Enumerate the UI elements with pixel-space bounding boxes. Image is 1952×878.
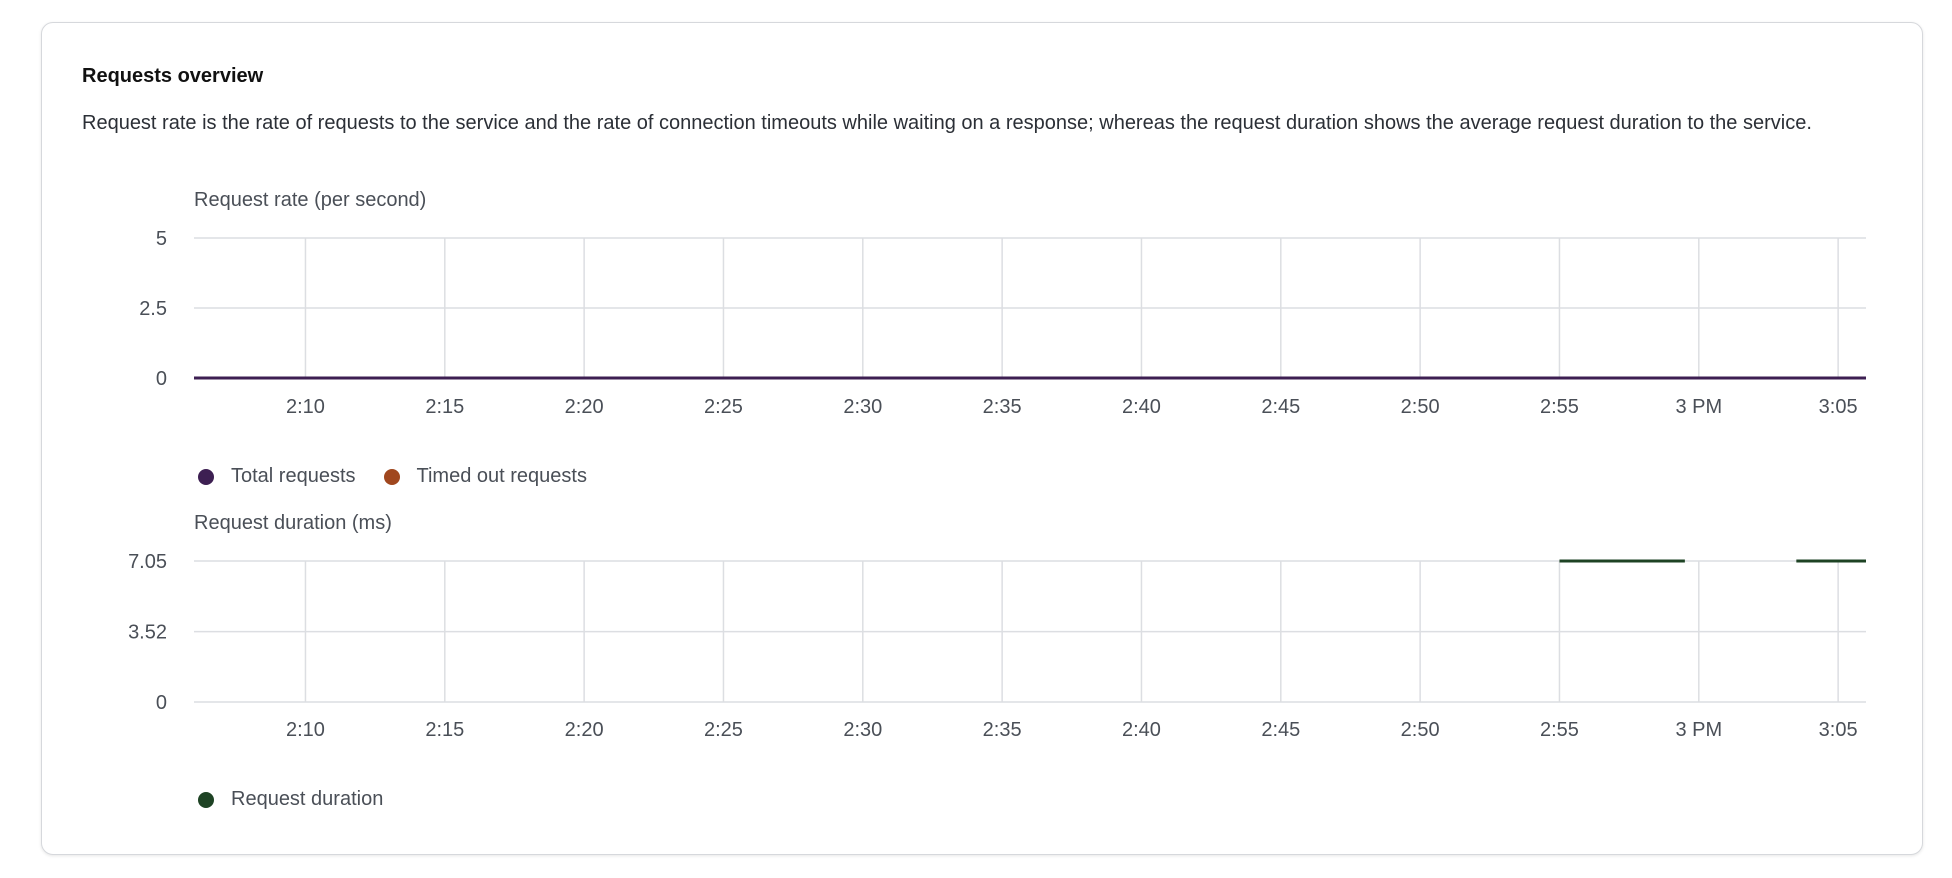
legend-label-timed-out-requests: Timed out requests bbox=[416, 465, 587, 487]
x-tick-label: 2:30 bbox=[843, 719, 882, 741]
legend-item-timed-out-requests[interactable]: Timed out requests bbox=[383, 465, 587, 488]
x-tick-label: 2:50 bbox=[1401, 719, 1440, 741]
legend-dot-icon bbox=[198, 468, 214, 485]
legend-label-total-requests: Total requests bbox=[231, 465, 356, 487]
x-tick-label: 3 PM bbox=[1675, 719, 1722, 741]
x-tick-label: 2:40 bbox=[1122, 719, 1161, 741]
legend-item-total-requests[interactable]: Total requests bbox=[198, 465, 356, 488]
x-tick-label: 2:55 bbox=[1540, 719, 1579, 741]
x-tick-label: 2:10 bbox=[286, 719, 325, 741]
legend-label-request-duration: Request duration bbox=[231, 788, 384, 810]
y-tick-label: 7.05 bbox=[128, 551, 167, 573]
chart-title: Request duration (ms) bbox=[194, 512, 392, 534]
x-tick-label: 3:05 bbox=[1819, 719, 1858, 741]
x-tick-label: 2:45 bbox=[1261, 719, 1300, 741]
x-tick-label: 2:25 bbox=[704, 719, 743, 741]
request-duration-legend: Request duration bbox=[198, 788, 411, 811]
legend-dot-icon bbox=[198, 791, 214, 808]
request-rate-legend: Total requests Timed out requests bbox=[198, 465, 615, 488]
request-duration-chart: Request duration (ms) 7.05 3.52 0 2:10 2:15 2:… bbox=[128, 512, 1866, 741]
y-tick-label: 3.52 bbox=[128, 622, 167, 644]
legend-dot-icon bbox=[383, 468, 400, 485]
legend-item-request-duration[interactable]: Request duration bbox=[198, 788, 383, 811]
y-tick-label: 0 bbox=[156, 692, 167, 714]
x-tick-label: 2:35 bbox=[983, 719, 1022, 741]
x-tick-label: 2:20 bbox=[565, 719, 604, 741]
x-tick-label: 2:15 bbox=[425, 719, 464, 741]
